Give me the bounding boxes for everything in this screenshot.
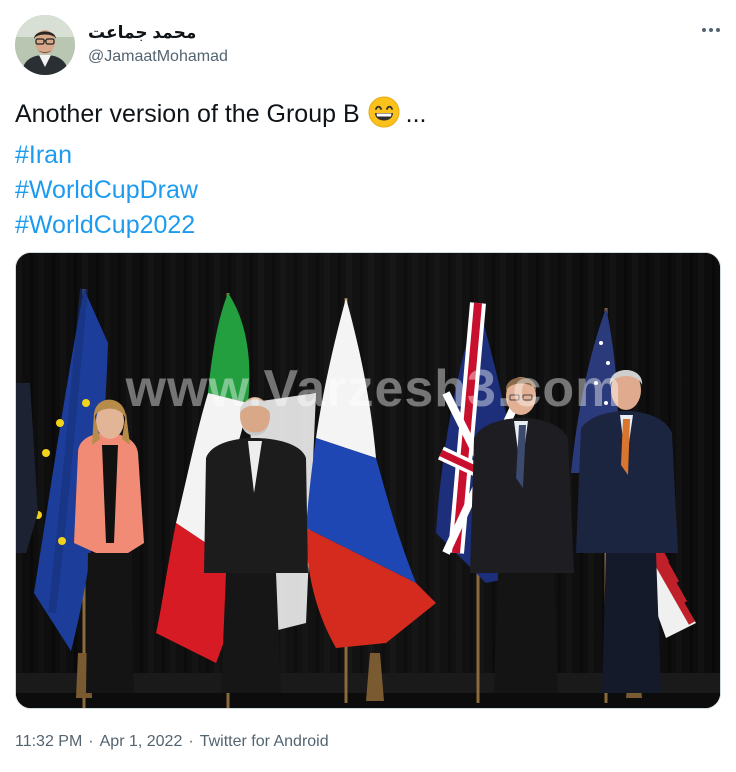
author-name[interactable]: محمد جماعت: [88, 22, 196, 44]
tweet-ellipsis: ...: [405, 100, 427, 128]
hashtag-link-iran[interactable]: #Iran: [15, 138, 715, 173]
author-handle[interactable]: @JamaatMohamad: [88, 46, 228, 68]
tweet-text-main: Another version of the Group B: [15, 100, 360, 128]
tweet-time-link[interactable]: 11:32 PM: [15, 733, 82, 750]
tweet-date-link[interactable]: Apr 1, 2022: [100, 733, 183, 750]
hashtag-link-worldcupdraw[interactable]: #WorldCupDraw: [15, 173, 715, 208]
tweet-meta: 11:32 PM · Apr 1, 2022 · Twitter for Android: [15, 731, 329, 753]
photo-illustration: [16, 253, 720, 708]
tweet-source-link[interactable]: Twitter for Android: [200, 733, 329, 750]
ellipsis-icon: [702, 28, 706, 32]
more-options-button[interactable]: [696, 18, 726, 42]
grinning-face-icon: [368, 96, 400, 138]
tweet-text: Another version of the Group B ... #Iran…: [15, 96, 715, 243]
photo-watermark: www.Varzesh3.com: [125, 360, 623, 418]
tweet-text-line: Another version of the Group B ...: [15, 96, 715, 138]
meta-separator: ·: [188, 733, 194, 750]
meta-separator: ·: [88, 733, 94, 750]
tweet-card: محمد جماعت @JamaatMohamad Another versio…: [0, 0, 736, 772]
profile-photo-icon: [15, 15, 75, 75]
tweet-photo[interactable]: www.Varzesh3.com: [15, 252, 721, 709]
hashtag-link-worldcup2022[interactable]: #WorldCup2022: [15, 208, 715, 243]
avatar[interactable]: [15, 15, 75, 75]
